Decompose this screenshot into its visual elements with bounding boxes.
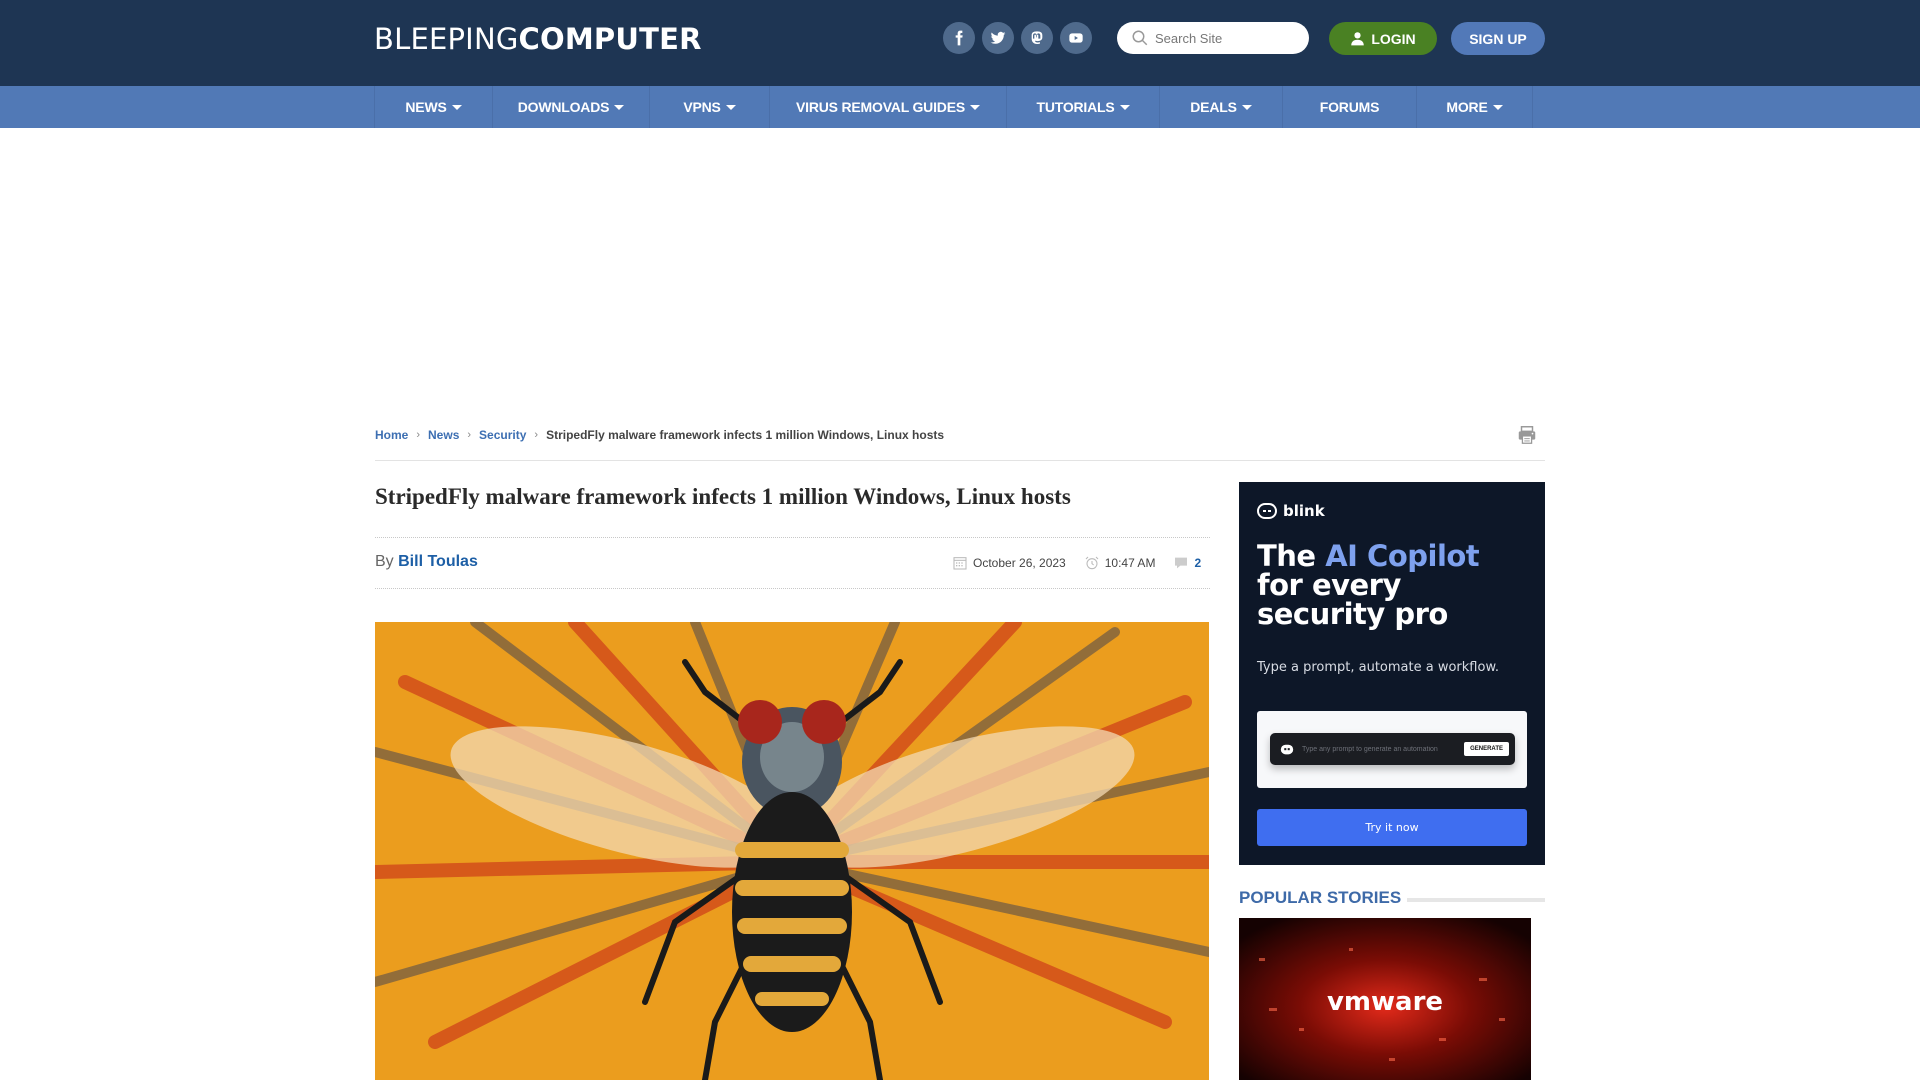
breadcrumb-home[interactable]: Home (375, 428, 408, 442)
nav-item-news[interactable]: NEWS (375, 86, 493, 128)
signup-label: SIGN UP (1469, 30, 1527, 47)
article-hero-image (375, 622, 1209, 1080)
article-title: StripedFly malware framework infects 1 m… (375, 484, 1071, 509)
facebook-icon (955, 30, 963, 46)
mastodon-icon (1031, 31, 1043, 44)
nav-label: VIRUS REMOVAL GUIDES (796, 99, 965, 115)
chevron-right-icon: › (416, 429, 421, 441)
breadcrumb: Home › News › Security › StripedFly malw… (375, 428, 944, 442)
ad-generate-button: GENERATE (1464, 742, 1509, 756)
comments-link[interactable]: 2 (1173, 555, 1201, 571)
main-nav: NEWS DOWNLOADS VPNS VIRUS REMOVAL GUIDES… (374, 86, 1533, 128)
main-nav-bar: NEWS DOWNLOADS VPNS VIRUS REMOVAL GUIDES… (0, 86, 1920, 128)
ad-demo-card: Type any prompt to generate an automatio… (1257, 711, 1527, 788)
byline: By Bill Toulas (375, 553, 478, 571)
nav-label: MORE (1446, 99, 1488, 115)
ad-headline-line2: for every (1257, 568, 1401, 602)
nav-item-vpns[interactable]: VPNS (650, 86, 770, 128)
nav-item-forums[interactable]: FORUMS (1283, 86, 1417, 128)
divider (375, 460, 1545, 461)
breadcrumb-current: StripedFly malware framework infects 1 m… (546, 428, 945, 442)
popular-story-image[interactable]: vmware (1239, 918, 1531, 1080)
breadcrumb-news[interactable]: News (428, 428, 459, 442)
nav-item-downloads[interactable]: DOWNLOADS (493, 86, 650, 128)
youtube-icon (1069, 33, 1083, 43)
breadcrumb-security[interactable]: Security (479, 428, 526, 442)
heading-rule (1407, 898, 1545, 902)
twitter-icon (990, 31, 1006, 44)
user-icon (1351, 32, 1365, 46)
print-icon[interactable] (1516, 424, 1538, 446)
blink-logo-icon (1280, 744, 1294, 754)
divider (375, 537, 1210, 538)
signup-button[interactable]: SIGN UP (1451, 22, 1545, 55)
twitter-link[interactable] (982, 22, 1014, 54)
caret-down-icon (725, 104, 736, 110)
search-input[interactable] (1155, 30, 1295, 46)
mastodon-link[interactable] (1021, 22, 1053, 54)
ad-prompt-placeholder: Type any prompt to generate an automatio… (1302, 745, 1438, 753)
ad-cta-button[interactable]: Try it now (1257, 809, 1527, 846)
nav-item-more[interactable]: MORE (1417, 86, 1533, 128)
ad-headline-line3: security pro (1257, 597, 1448, 631)
divider (375, 588, 1210, 589)
nav-item-deals[interactable]: DEALS (1160, 86, 1283, 128)
nav-item-virus-removal-guides[interactable]: VIRUS REMOVAL GUIDES (770, 86, 1007, 128)
login-button[interactable]: LOGIN (1329, 22, 1437, 55)
chevron-right-icon: › (467, 429, 472, 441)
nav-label: DOWNLOADS (517, 99, 610, 115)
vmware-logo-text: vmware (1327, 987, 1443, 1017)
site-header: BLEEPINGCOMPUTER LOGIN SIGN UP (0, 0, 1920, 86)
caret-down-icon (1241, 104, 1252, 110)
nav-label: DEALS (1190, 99, 1237, 115)
youtube-link[interactable] (1060, 22, 1092, 54)
article-meta: October 26, 2023 10:47 AM 2 (952, 555, 1219, 571)
comment-icon (1175, 557, 1188, 569)
ad-headline: The AI Copilot for every security pro (1257, 542, 1480, 631)
ad-prompt-bar: Type any prompt to generate an automatio… (1270, 733, 1515, 765)
nav-item-tutorials[interactable]: TUTORIALS (1007, 86, 1160, 128)
caret-down-icon (1119, 104, 1130, 110)
nav-label: FORUMS (1319, 99, 1380, 115)
caret-down-icon (614, 104, 625, 110)
ad-brand-name: blink (1283, 502, 1325, 520)
article-time: 10:47 AM (1104, 556, 1156, 570)
calendar-icon (953, 557, 967, 570)
nav-label: TUTORIALS (1036, 99, 1115, 115)
nav-label: VPNS (683, 99, 721, 115)
ad-subtext: Type a prompt, automate a workflow. (1257, 660, 1500, 675)
popular-stories-heading: POPULAR STORIES (1239, 888, 1402, 907)
caret-down-icon (451, 104, 462, 110)
facebook-link[interactable] (943, 22, 975, 54)
sidebar-advertisement[interactable]: blink The AI Copilot for every security … (1239, 482, 1545, 865)
vmware-story-thumbnail: vmware (1239, 918, 1531, 1080)
search-icon (1132, 30, 1148, 46)
author-link[interactable]: Bill Toulas (398, 553, 478, 570)
nav-label: NEWS (405, 99, 447, 115)
by-prefix: By (375, 553, 394, 570)
comment-count: 2 (1194, 556, 1202, 570)
alarm-clock-icon (1085, 556, 1099, 570)
chevron-right-icon: › (534, 429, 539, 441)
article-date: October 26, 2023 (973, 556, 1066, 570)
search-box[interactable] (1117, 22, 1309, 54)
blink-logo-icon (1257, 503, 1277, 519)
site-logo[interactable]: BLEEPINGCOMPUTER (374, 22, 702, 56)
striped-fly-illustration (375, 622, 1209, 1080)
caret-down-icon (1492, 104, 1503, 110)
login-label: LOGIN (1371, 30, 1416, 47)
logo-light-text: BLEEPING (374, 22, 519, 56)
caret-down-icon (969, 104, 980, 110)
ad-brand-logo: blink (1257, 502, 1325, 520)
logo-bold-text: COMPUTER (518, 22, 702, 56)
